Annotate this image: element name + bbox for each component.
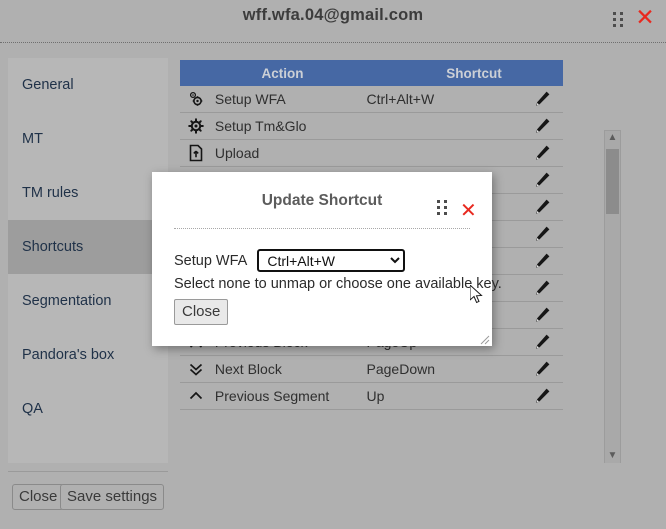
dialog-hint-text: Select none to unmap or choose one avail… (174, 276, 502, 292)
upload-file-icon (180, 144, 213, 162)
settings-sidebar: General MT TM rules Shortcuts Segmentati… (8, 58, 168, 463)
close-button[interactable]: Close (12, 484, 65, 510)
table-row[interactable]: Next Block PageDown (180, 356, 563, 383)
edit-pencil-icon[interactable] (521, 360, 563, 378)
edit-pencil-icon[interactable] (521, 90, 563, 108)
shortcut-field-label: Setup WFA (174, 252, 248, 269)
sidebar-item-tm-rules[interactable]: TM rules (8, 166, 168, 220)
row-action-label: Previous Segment (214, 388, 330, 404)
edit-pencil-icon[interactable] (521, 306, 563, 324)
window-title-bar: wff.wfa.04@gmail.com ✕ (0, 0, 666, 43)
sidebar-item-pandoras-box[interactable]: Pandora's box (8, 328, 168, 382)
dialog-header-tools: ✕ (436, 199, 477, 221)
sidebar-item-mt[interactable]: MT (8, 112, 168, 166)
scrollbar-thumb[interactable] (606, 149, 619, 214)
row-shortcut-value: Up (366, 388, 385, 404)
row-action-label: Setup WFA (214, 91, 286, 107)
dialog-close-button[interactable]: Close (174, 299, 229, 325)
row-action-label: Next Block (214, 361, 282, 377)
shortcut-select[interactable]: Ctrl+Alt+W (257, 249, 406, 272)
edit-pencil-icon[interactable] (521, 144, 563, 162)
table-row[interactable]: Setup Tm&Glo (180, 113, 563, 140)
window-title: wff.wfa.04@gmail.com (242, 6, 424, 24)
sidebar-item-shortcuts[interactable]: Shortcuts (8, 220, 168, 274)
shortcuts-table: Action Shortcut (180, 60, 563, 86)
row-shortcut-value: Ctrl+Alt+W (366, 91, 435, 107)
dialog-resize-handle[interactable] (478, 333, 490, 345)
chevron-up-icon (180, 387, 213, 405)
row-shortcut-value: PageDown (366, 361, 436, 377)
edit-pencil-icon[interactable] (521, 225, 563, 243)
column-header-shortcut: Shortcut (446, 65, 502, 81)
column-header-action: Action (261, 65, 304, 81)
close-icon[interactable]: ✕ (460, 200, 477, 220)
drag-handle-icon[interactable] (612, 11, 625, 33)
dialog-divider (174, 228, 470, 229)
table-row[interactable]: Previous Segment Up (180, 383, 563, 410)
table-scrollbar[interactable]: ▲ ▼ (604, 130, 621, 465)
edit-pencil-icon[interactable] (521, 252, 563, 270)
edit-pencil-icon[interactable] (521, 171, 563, 189)
edit-pencil-icon[interactable] (521, 387, 563, 405)
row-action-label: Setup Tm&Glo (214, 118, 307, 134)
gear-icon (180, 117, 213, 135)
scroll-up-arrow-icon[interactable]: ▲ (605, 131, 620, 146)
edit-pencil-icon[interactable] (521, 333, 563, 351)
table-header-row: Action Shortcut (180, 60, 563, 86)
sidebar-item-segmentation[interactable]: Segmentation (8, 274, 168, 328)
table-row[interactable]: Setup WFA Ctrl+Alt+W (180, 86, 563, 113)
shortcut-field-row: Setup WFA Ctrl+Alt+W (174, 249, 406, 272)
sidebar-item-qa[interactable]: QA (8, 382, 168, 436)
update-shortcut-dialog: Update Shortcut ✕ Setup WFA Ctrl+Alt+W S… (152, 172, 502, 346)
drag-handle-icon[interactable] (436, 199, 449, 221)
table-row[interactable]: Upload (180, 140, 563, 167)
save-settings-button[interactable]: Save settings (60, 484, 165, 510)
sidebar-item-general[interactable]: General (8, 58, 168, 112)
row-action-label: Upload (214, 145, 260, 161)
edit-pencil-icon[interactable] (521, 198, 563, 216)
edit-pencil-icon[interactable] (521, 117, 563, 135)
gears-icon (180, 90, 213, 108)
window-footer: Close Save settings (0, 463, 666, 529)
close-icon[interactable]: ✕ (634, 6, 656, 30)
edit-pencil-icon[interactable] (521, 279, 563, 297)
footer-divider (8, 471, 168, 472)
chevron-double-down-icon (180, 360, 213, 378)
scroll-down-arrow-icon[interactable]: ▼ (605, 449, 620, 464)
